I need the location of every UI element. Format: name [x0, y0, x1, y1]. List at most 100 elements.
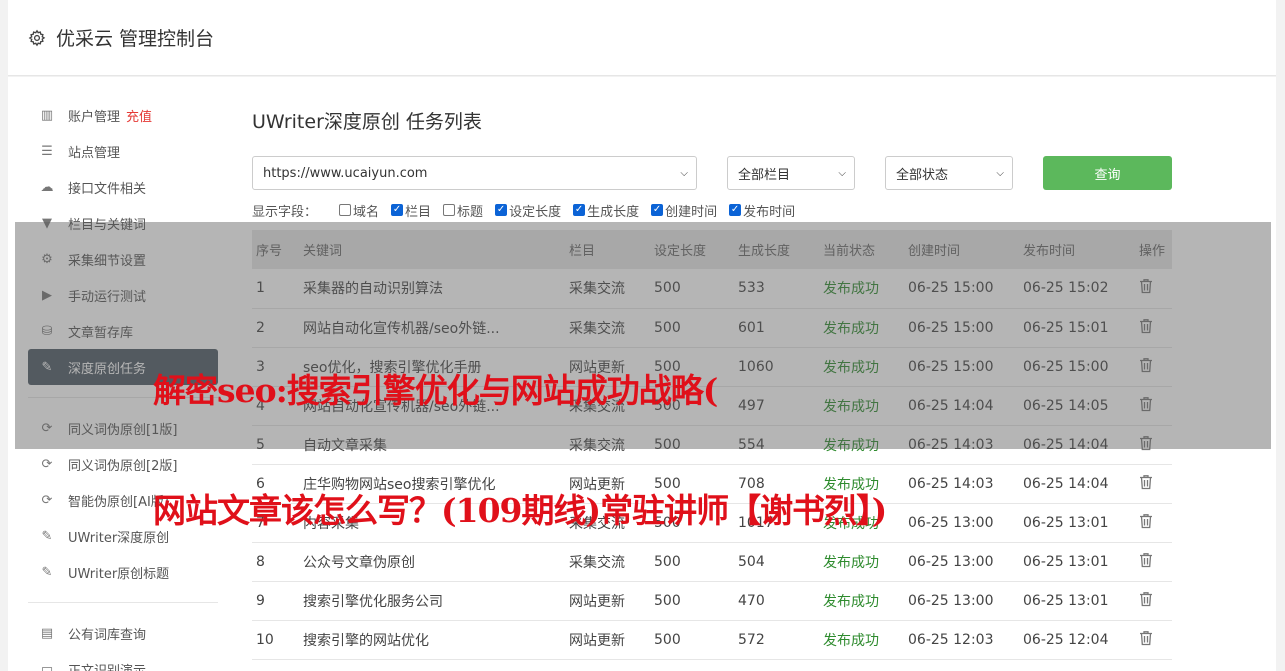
- checkbox-checked[interactable]: ✓: [391, 204, 404, 216]
- app-title: 优采云 管理控制台: [56, 28, 215, 50]
- chevron-down-icon: ⌵: [680, 167, 688, 179]
- action-cell: [1135, 581, 1172, 621]
- table-cell: 发布成功: [819, 620, 904, 660]
- server-icon: ☰: [41, 143, 53, 159]
- site-select[interactable]: https://www.ucaiyun.com ⌵: [252, 156, 697, 190]
- refresh-icon: ⟳: [41, 492, 53, 508]
- checkbox-checked[interactable]: ✓: [729, 204, 742, 216]
- edit-icon: ✎: [41, 528, 53, 544]
- sidebar-item[interactable]: ☰ 站点管理: [28, 133, 218, 169]
- sidebar-item-label: 接口文件相关: [68, 181, 147, 197]
- sidebar-item[interactable]: ⟳ 同义词伪原创[2版]: [28, 446, 218, 482]
- table-cell: 06-25 13:01: [1019, 503, 1135, 543]
- table-cell: 发布成功: [819, 581, 904, 621]
- table-cell[interactable]: 搜索引擎优化服务公司: [299, 581, 565, 621]
- table-cell: 采集交流: [565, 542, 650, 582]
- status-select[interactable]: 全部状态 ⌵: [885, 156, 1013, 190]
- table-cell: 572: [734, 620, 819, 660]
- field-checkbox[interactable]: ✓ 生成长度: [573, 201, 639, 220]
- field-checkbox-label: 域名: [353, 204, 380, 220]
- sidebar-item-label: 公有词库查询: [68, 627, 147, 643]
- table-cell[interactable]: 搜索引擎的网站优化: [299, 620, 565, 660]
- sidebar-item[interactable]: ▥ 账户管理 充值: [28, 97, 218, 133]
- filter-bar: https://www.ucaiyun.com ⌵ 全部栏目 ⌵ 全部状态 ⌵ …: [252, 156, 1172, 190]
- checkbox-unchecked[interactable]: [443, 204, 456, 216]
- sidebar-item-label: UWriter原创标题: [68, 566, 170, 582]
- table-cell: 06-25 13:01: [1019, 581, 1135, 621]
- site-select-value: https://www.ucaiyun.com: [263, 165, 428, 181]
- table-cell: 网站更新: [565, 581, 650, 621]
- book-icon: ▤: [40, 625, 54, 641]
- status-select-value: 全部状态: [896, 167, 949, 183]
- field-checkbox[interactable]: ✓ 设定长度: [495, 201, 561, 220]
- checkbox-checked[interactable]: ✓: [651, 204, 664, 216]
- table-cell: 504: [734, 542, 819, 582]
- table-cell: 06-25 14:03: [904, 464, 1019, 504]
- display-fields: 显示字段： 域名 ✓ 栏目 标题 ✓ 设定长度 ✓ 生成长度 ✓ 创建时间 ✓ 发布时间: [252, 201, 1172, 220]
- field-checkbox[interactable]: ✓ 发布时间: [729, 201, 795, 220]
- sidebar-item-label: 站点管理: [68, 145, 121, 161]
- refresh-icon: ⟳: [41, 456, 53, 472]
- edit-icon: ✎: [41, 564, 53, 580]
- field-checkbox-label: 标题: [457, 204, 484, 220]
- field-checkbox[interactable]: 域名: [339, 201, 379, 220]
- sidebar-item[interactable]: ▭ 正文识别演示: [28, 651, 218, 671]
- field-checkbox-label: 栏目: [405, 204, 432, 220]
- table-row: 10 搜索引擎的网站优化 网站更新 500 572 发布成功 06-25 12:03 06-2…: [252, 620, 1172, 660]
- checkbox-unchecked[interactable]: [339, 204, 352, 216]
- display-fields-label: 显示字段：: [252, 204, 318, 220]
- field-checkbox-label: 生成长度: [587, 204, 640, 220]
- overlay-headline-1: 解密seo:搜索引擎优化与网站成功战略(: [153, 371, 718, 410]
- trash-icon[interactable]: [1139, 591, 1153, 611]
- trash-icon[interactable]: [1139, 474, 1153, 494]
- table-cell: 9: [252, 581, 299, 621]
- field-checkbox-label: 创建时间: [665, 204, 718, 220]
- action-cell: [1135, 542, 1172, 582]
- sidebar-divider: [28, 602, 218, 603]
- sidebar-item[interactable]: ▤ 公有词库查询: [28, 615, 218, 651]
- column-select-value: 全部栏目: [738, 167, 791, 183]
- field-checkbox[interactable]: ✓ 栏目: [391, 201, 431, 220]
- sidebar-item-label: 正文识别演示: [68, 663, 147, 671]
- table-cell: 500: [650, 620, 734, 660]
- action-cell: [1135, 503, 1172, 543]
- field-checkbox[interactable]: 标题: [443, 201, 483, 220]
- table-cell: 10: [252, 620, 299, 660]
- bar-chart-icon: ▥: [40, 107, 54, 123]
- watermark-overlay: [15, 222, 1271, 449]
- table-cell: 06-25 14:04: [1019, 464, 1135, 504]
- field-checkbox[interactable]: ✓ 创建时间: [651, 201, 717, 220]
- table-cell: 06-25 13:01: [1019, 542, 1135, 582]
- chevron-down-icon: ⌵: [838, 167, 846, 179]
- field-checkbox-label: 设定长度: [509, 204, 562, 220]
- table-cell: 06-25 13:00: [904, 542, 1019, 582]
- checkbox-checked[interactable]: ✓: [573, 204, 586, 216]
- trash-icon[interactable]: [1139, 630, 1153, 650]
- sidebar-item-label: 账户管理: [68, 109, 121, 125]
- table-cell: 8: [252, 542, 299, 582]
- cloud-upload-icon: ☁: [40, 179, 54, 195]
- table-row: 8 公众号文章伪原创 采集交流 500 504 发布成功 06-25 13:00 06-25 …: [252, 542, 1172, 582]
- table-row: 9 搜索引擎优化服务公司 网站更新 500 470 发布成功 06-25 13:00 06-2…: [252, 581, 1172, 621]
- sidebar-item-label: 同义词伪原创[2版]: [68, 458, 178, 474]
- table-cell: 发布成功: [819, 542, 904, 582]
- page-title: UWriter深度原创 任务列表: [252, 111, 482, 133]
- trash-icon[interactable]: [1139, 552, 1153, 572]
- table-cell[interactable]: 公众号文章伪原创: [299, 542, 565, 582]
- sidebar-item[interactable]: ✎ UWriter原创标题: [28, 554, 218, 590]
- checkbox-checked[interactable]: ✓: [495, 204, 508, 216]
- table-cell: 06-25 12:03: [904, 620, 1019, 660]
- action-cell: [1135, 620, 1172, 660]
- sidebar-item[interactable]: ☁ 接口文件相关: [28, 169, 218, 205]
- trash-icon[interactable]: [1139, 513, 1153, 533]
- table-cell: 06-25 13:00: [904, 503, 1019, 543]
- recharge-link[interactable]: 充值: [126, 106, 152, 125]
- table-cell: 网站更新: [565, 620, 650, 660]
- table-cell: 06-25 12:04: [1019, 620, 1135, 660]
- monitor-icon: ▭: [40, 661, 54, 671]
- column-select[interactable]: 全部栏目 ⌵: [727, 156, 855, 190]
- gear-icon: [28, 29, 46, 46]
- table-cell: 06-25 13:00: [904, 581, 1019, 621]
- query-button[interactable]: 查询: [1043, 156, 1172, 190]
- action-cell: [1135, 464, 1172, 504]
